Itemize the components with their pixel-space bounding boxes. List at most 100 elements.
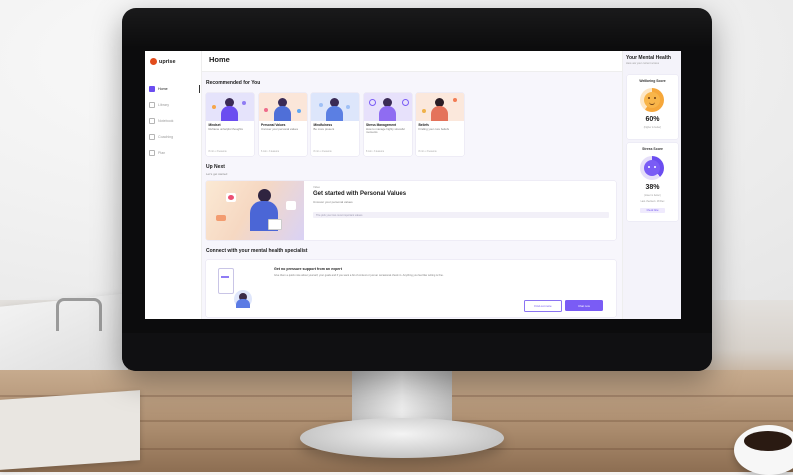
logo-text: uprise <box>159 58 176 65</box>
photo-scene: uprise Home Library Notebook Coaching Pl… <box>0 0 793 475</box>
up-next-illustration <box>206 181 304 240</box>
course-card-beliefs[interactable]: Beliefs Finding your core beliefs 8 min … <box>416 93 464 156</box>
page-title: Home <box>209 55 230 64</box>
illustration-orb <box>263 108 268 112</box>
monitor-chin <box>122 333 712 371</box>
phone-illustration-icon <box>218 268 234 294</box>
course-illustration <box>258 93 307 121</box>
sidebar-item-label: Notebook <box>158 119 174 123</box>
illustration-shape <box>216 215 226 221</box>
card-meta: 8 min • 3 lessons <box>418 150 437 153</box>
logo[interactable]: uprise <box>150 58 176 65</box>
content-type-label: Video <box>313 185 321 189</box>
card-meta: 8 min • 3 lessons <box>366 150 385 153</box>
main-content: Home Recommended for You Mindset Reframe… <box>202 51 622 319</box>
stress-last-checked: Last checked • 18 Dec <box>640 200 665 203</box>
card-desc: Uncover your personal values <box>261 126 299 131</box>
up-next-card-title: Get started with Personal Values <box>313 191 407 197</box>
illustration-orb <box>453 98 457 102</box>
illustration-figure-body <box>236 299 250 308</box>
mental-health-panel: Your Mental Health Here are your current… <box>622 51 681 319</box>
illustration-orb <box>422 109 426 113</box>
panel-title: Your Mental Health <box>626 55 671 61</box>
connect-title: Connect with your mental health speciali… <box>206 248 308 254</box>
illustration-orb <box>346 105 350 109</box>
people-card-icon <box>286 201 296 210</box>
face-eye <box>648 166 650 168</box>
library-icon <box>149 102 155 108</box>
find-out-more-button[interactable]: Find out more <box>524 300 562 312</box>
face-eye <box>654 97 656 99</box>
sidebar: uprise Home Library Notebook Coaching Pl… <box>145 51 202 319</box>
illustration-figure-body <box>378 106 396 121</box>
connect-card-desc: Give them a quick note about yourself, y… <box>274 274 444 277</box>
notebook-icon <box>149 118 155 124</box>
course-illustration <box>416 93 464 121</box>
card-desc: Reframe unhelpful thoughts <box>208 126 243 131</box>
card-desc: Be more present <box>313 126 335 131</box>
course-card-mindset[interactable]: Mindset Reframe unhelpful thoughts 8 min… <box>206 93 254 156</box>
paper-stack <box>0 390 140 470</box>
smiley-face-icon <box>644 92 660 108</box>
specialist-illustration <box>218 268 262 310</box>
stress-gauge <box>640 156 664 180</box>
stress-score-value: 38% <box>645 184 660 191</box>
tablet-icon <box>268 219 282 230</box>
sidebar-item-label: Home <box>158 87 168 91</box>
up-next-subtitle: Let's get started <box>206 172 228 176</box>
sidebar-item-library[interactable]: Library <box>145 97 201 113</box>
course-card-personal-values[interactable]: Personal Values Uncover your personal va… <box>258 93 307 156</box>
uprise-logo-icon <box>150 58 157 65</box>
card-desc: How to manage highly stressful moments <box>366 126 405 135</box>
chat-bubble-icon <box>221 276 229 278</box>
illustration-figure-body <box>431 106 448 121</box>
stress-face-icon <box>644 160 660 176</box>
monitor-stand-base <box>300 418 504 458</box>
wellbeing-score-value: 60% <box>645 116 660 123</box>
sidebar-item-notebook[interactable]: Notebook <box>145 113 201 129</box>
wellbeing-score-card: Wellbeing Score 60% (higher is better) <box>627 75 678 139</box>
chat-now-button[interactable]: Chat now <box>565 300 603 311</box>
plan-icon <box>149 150 155 156</box>
course-card-stress-management[interactable]: Stress Management How to manage highly s… <box>363 93 412 156</box>
up-next-progress: The pick your two most important values <box>313 212 609 218</box>
illustration-orb <box>242 101 246 105</box>
illustration-figure-body <box>273 106 291 121</box>
illustration-orb <box>319 103 323 107</box>
course-illustration <box>206 93 254 121</box>
top-bar: Home <box>202 51 622 72</box>
connect-card-title: Get no pressure support from an expert <box>274 267 342 271</box>
stress-score-card: Stress Score 38% (lower is better) Last … <box>627 143 678 221</box>
card-meta: 8 min • 4 lessons <box>313 150 332 153</box>
course-illustration <box>311 93 359 121</box>
illustration-orb <box>368 99 376 106</box>
check-now-button[interactable]: Check Now <box>640 208 665 213</box>
binder-clip <box>56 298 102 331</box>
card-meta: 6 min • 3 lessons <box>261 150 280 153</box>
sidebar-item-plan[interactable]: Plan <box>145 145 201 161</box>
course-illustration <box>363 93 412 121</box>
sidebar-nav: Home Library Notebook Coaching Plan <box>145 81 201 161</box>
sidebar-item-coaching[interactable]: Coaching <box>145 129 201 145</box>
illustration-figure-body <box>221 106 238 121</box>
sidebar-item-label: Coaching <box>158 135 174 139</box>
sidebar-item-home[interactable]: Home <box>145 81 201 97</box>
heart-icon <box>228 195 234 200</box>
up-next-card[interactable]: Video Get started with Personal Values U… <box>206 181 616 240</box>
sidebar-item-label: Library <box>158 103 169 107</box>
wellbeing-score-note: (higher is better) <box>643 126 662 129</box>
course-card-mindfulness[interactable]: Mindfulness Be more present 8 min • 4 le… <box>311 93 359 156</box>
phone-icon <box>149 134 155 140</box>
illustration-orb <box>212 105 216 109</box>
face-eye <box>654 166 656 168</box>
app-screen: uprise Home Library Notebook Coaching Pl… <box>145 51 681 319</box>
illustration-orb <box>401 99 409 106</box>
face-smile <box>649 101 655 105</box>
wellbeing-score-label: Wellbeing Score <box>639 79 666 83</box>
illustration-orb <box>296 109 301 113</box>
stress-score-label: Stress Score <box>642 147 663 151</box>
illustration-figure-body <box>326 106 343 121</box>
home-icon <box>149 86 155 92</box>
recommended-title: Recommended for You <box>206 80 261 86</box>
card-desc: Finding your core beliefs <box>418 126 449 131</box>
